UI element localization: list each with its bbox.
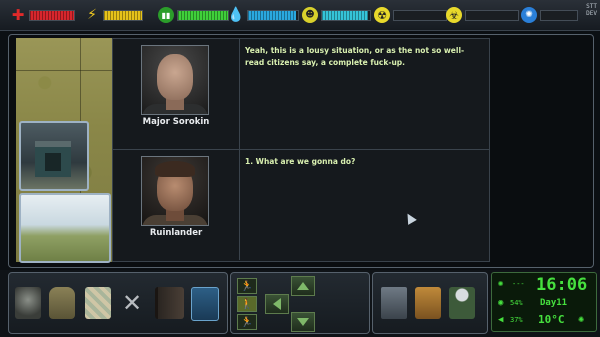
clock-time: 16:06 [536, 275, 588, 295]
mouse-cursor-icon [403, 211, 417, 225]
health-bar [29, 9, 75, 21]
dialogue-text: Yeah, this is a lousy situation, or as t… [245, 46, 465, 67]
sun-icon: ✺ [498, 279, 504, 289]
gasmask-icon[interactable] [15, 287, 41, 319]
energy-stat: ⚡ [84, 5, 143, 25]
corner-label: STT DEV [586, 3, 597, 17]
run-icon[interactable]: 🏃 [237, 278, 257, 294]
speaker-cell: Major Sorokin [113, 39, 240, 149]
psyche-stat: ✺ [521, 5, 578, 25]
water-stat: 💧 [227, 5, 299, 25]
sun-icon: ✺ [578, 314, 585, 325]
toxicity-stat: ☣ [446, 5, 519, 25]
character-icon[interactable] [449, 287, 475, 319]
backpack-icon[interactable] [49, 287, 75, 319]
water-bar [247, 9, 299, 21]
book-icon[interactable] [155, 287, 184, 319]
health-stat: ✚ [10, 5, 75, 25]
food-stat: ▮▮ [158, 5, 229, 25]
loot-box-icon[interactable] [415, 287, 441, 319]
water-drop-icon: 💧 [227, 7, 245, 23]
actions-panel [372, 272, 488, 334]
corner-label-line1: STT [586, 3, 597, 10]
hud-top-left: --- [512, 280, 525, 288]
location-bunker-thumbnail[interactable] [19, 121, 89, 191]
speaker-name: Ruinlander [149, 228, 203, 238]
movement-panel: 🏃 🚶 🏃 [230, 272, 370, 334]
gasmask-icon: ☻ [302, 7, 318, 23]
dialogue-panel: Major Sorokin Yeah, this is a lousy situ… [112, 38, 490, 262]
arrow-down-icon [297, 318, 309, 326]
psyche-bar [540, 9, 578, 21]
move-up-button[interactable] [291, 276, 315, 296]
noise-value: 37% [510, 316, 523, 324]
temperature-value: 10°C [538, 313, 565, 326]
visibility-value: 54% [510, 299, 523, 307]
eye-icon: ◉ [498, 298, 504, 308]
map-gridline [16, 70, 112, 71]
brain-icon: ✺ [521, 7, 537, 23]
radiation-stat: ☢ [374, 5, 447, 25]
arrow-left-icon [273, 298, 281, 310]
speaker-icon: ◀ [498, 315, 504, 325]
move-down-button[interactable] [291, 312, 315, 332]
oxygen-bar [321, 9, 371, 21]
health-cross-icon: ✚ [11, 6, 25, 24]
dialogue-entry: Major Sorokin Yeah, this is a lousy situ… [113, 39, 489, 150]
lightning-icon: ⚡ [87, 7, 97, 23]
dialogue-entry: Ruinlander 1. What are we gonna do? [113, 150, 489, 260]
radiation-bar [393, 9, 447, 21]
oxygen-stat: ☻ [302, 5, 371, 25]
speaker-cell: Ruinlander [113, 150, 240, 260]
npc-portrait [141, 45, 209, 115]
arrow-up-icon [297, 282, 309, 290]
location-field-thumbnail[interactable] [19, 193, 111, 263]
speaker-name: Major Sorokin [142, 117, 210, 127]
day-counter: Day11 [540, 298, 568, 308]
map-icon[interactable] [85, 287, 111, 319]
sneak-icon[interactable]: 🏃 [237, 314, 257, 330]
toxicity-bar [465, 9, 519, 21]
energy-bar [103, 9, 143, 21]
bunker-door [45, 153, 61, 171]
inventory-toolbar: ✕ [8, 272, 228, 334]
status-bar: ✚ ⚡ ▮▮ 💧 ☻ ☢ ☣ ✺ STT DEV [0, 0, 600, 31]
biohazard-icon: ☣ [446, 7, 462, 23]
portrait-hair [155, 161, 195, 177]
player-portrait [141, 156, 209, 226]
pda-icon[interactable] [191, 287, 219, 321]
dialogue-option[interactable]: 1. What are we gonna do? [245, 156, 483, 168]
portrait-face [157, 54, 193, 100]
walk-icon[interactable]: 🚶 [237, 296, 257, 312]
lcd-display: ✺ --- 16:06 ◉ 54% Day11 ◀ 37% 10°C ✺ [491, 272, 597, 332]
move-left-button[interactable] [265, 294, 289, 314]
radiation-icon: ☢ [374, 7, 390, 23]
craft-icon[interactable] [381, 287, 407, 319]
food-bar [177, 9, 229, 21]
wrench-icon[interactable]: ✕ [119, 287, 145, 319]
food-icon: ▮▮ [158, 7, 174, 23]
corner-label-line2: DEV [586, 10, 597, 17]
